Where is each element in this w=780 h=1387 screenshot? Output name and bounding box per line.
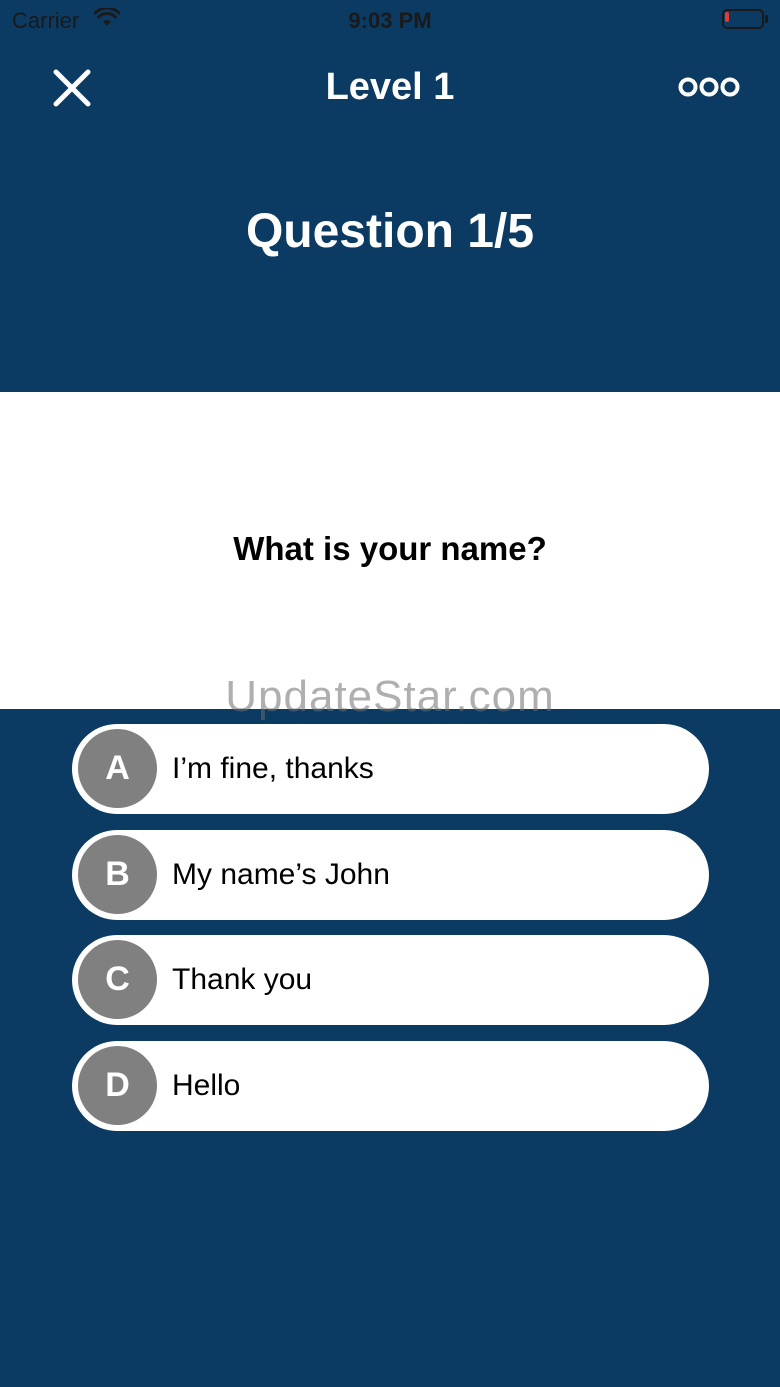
- answer-text: I’m fine, thanks: [172, 752, 374, 785]
- battery-level: [725, 12, 729, 22]
- answer-option-c[interactable]: C Thank you: [72, 935, 709, 1025]
- more-icon[interactable]: [678, 74, 740, 100]
- status-bar: Carrier 9:03 PM: [0, 0, 780, 40]
- answer-letter-badge: B: [78, 834, 157, 914]
- status-time: 9:03 PM: [348, 8, 432, 33]
- answer-letter-badge: D: [78, 1045, 157, 1125]
- question-text: What is your name?: [233, 530, 547, 567]
- quiz-screen: Carrier 9:03 PM Level 1 Question 1/5 Wha…: [0, 0, 780, 1387]
- answer-letter-badge: C: [78, 940, 157, 1019]
- answer-text: My name’s John: [172, 857, 390, 891]
- answer-option-a[interactable]: A I’m fine, thanks: [72, 724, 709, 814]
- answer-option-b[interactable]: B My name’s John: [72, 829, 709, 920]
- answer-text: Hello: [172, 1068, 241, 1102]
- level-title: Level 1: [325, 66, 455, 108]
- question-panel: What is your name?: [0, 392, 780, 709]
- question-counter: Question 1/5: [245, 205, 535, 258]
- battery-icon: [722, 9, 768, 29]
- answer-text: Thank you: [172, 963, 313, 996]
- answer-letter-badge: A: [78, 729, 157, 808]
- watermark: UpdateStar.com: [225, 672, 555, 721]
- answer-list: A I’m fine, thanks B My name’s John C Th…: [72, 724, 709, 1146]
- answer-option-d[interactable]: D Hello: [72, 1040, 709, 1131]
